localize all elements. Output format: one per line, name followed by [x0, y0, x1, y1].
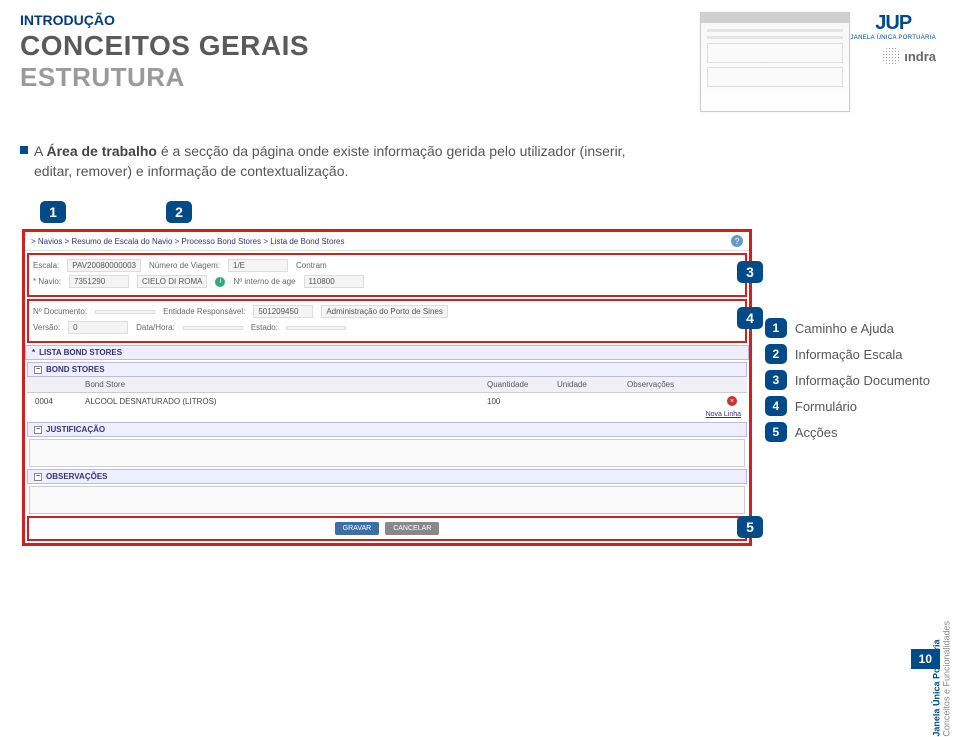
- th-bond: Bond Store: [81, 379, 483, 390]
- section-escala: 3 Escala: PAV20080000003 Número de Viage…: [27, 253, 747, 297]
- legend-5: Acções: [795, 425, 838, 440]
- observacoes-section: − OBSERVAÇÕES: [27, 469, 747, 514]
- th-code: [31, 379, 81, 390]
- jup-logo: JUP JANELA ÚNICA PORTUÁRIA: [850, 12, 936, 41]
- collapse-icon[interactable]: −: [34, 426, 42, 434]
- row-desc: ALCOOL DESNATURADO (LITROS): [81, 396, 483, 407]
- navio-name: CIELO DI ROMA: [137, 275, 207, 288]
- data-value: [183, 326, 243, 330]
- callout-2: 2: [166, 201, 192, 223]
- estado-label: Estado:: [251, 323, 278, 332]
- versao-label: Versão:: [33, 323, 60, 332]
- legend-num-3: 3: [765, 370, 787, 390]
- callout-3: 3: [737, 261, 763, 283]
- escala-label: Escala:: [33, 261, 59, 270]
- subtitle: ESTRUTURA: [20, 62, 680, 93]
- nviagem-label: Número de Viagem:: [149, 261, 220, 270]
- estado-value: [286, 326, 346, 330]
- breadcrumb: > Navios > Resumo de Escala do Navio > P…: [25, 232, 749, 251]
- th-unit: Unidade: [553, 379, 623, 390]
- data-label: Data/Hora:: [136, 323, 175, 332]
- legend-4: Formulário: [795, 399, 857, 414]
- side-label: Janela Única Portuária Conceitos e Funci…: [932, 621, 952, 737]
- help-icon[interactable]: ?: [731, 235, 743, 247]
- top-callouts: 1 2: [40, 201, 940, 223]
- legend-num-1: 1: [765, 318, 787, 338]
- ndoc-value: [95, 310, 155, 314]
- ninterno-value: 110800: [304, 275, 364, 288]
- legend-3: Informação Documento: [795, 373, 930, 388]
- nviagem-value: 1/E: [228, 259, 288, 272]
- logos: JUP JANELA ÚNICA PORTUÁRIA ındra: [850, 12, 936, 65]
- ndoc-label: Nº Documento:: [33, 307, 87, 316]
- intro-label: INTRODUÇÃO: [20, 12, 680, 28]
- info-icon[interactable]: i: [215, 277, 225, 287]
- collapse-icon[interactable]: −: [34, 473, 42, 481]
- callout-4: 4: [737, 307, 763, 329]
- header-row: INTRODUÇÃO CONCEITOS GERAIS ESTRUTURA JU…: [20, 12, 940, 112]
- collapse-icon[interactable]: −: [34, 366, 42, 374]
- body-bold: Área de trabalho: [46, 143, 156, 159]
- legend-1: Caminho e Ajuda: [795, 321, 894, 336]
- table-header: Bond Store Quantidade Unidade Observaçõe…: [27, 377, 747, 393]
- navio-label: * Navio:: [33, 277, 61, 286]
- app-screenshot: > Navios > Resumo de Escala do Navio > P…: [22, 229, 752, 546]
- ent-value: 501209450: [253, 305, 313, 318]
- jup-subtext: JANELA ÚNICA PORTUÁRIA: [850, 35, 936, 41]
- cancelar-button[interactable]: CANCELAR: [385, 522, 439, 535]
- indra-logo: ındra: [882, 47, 936, 65]
- legend-2: Informação Escala: [795, 347, 903, 362]
- th-obs: Observações: [623, 379, 723, 390]
- row-unit: [553, 400, 623, 402]
- body-paragraph: A Área de trabalho é a secção da página …: [20, 142, 940, 181]
- row-qty: 100: [483, 396, 553, 407]
- side-sub: Conceitos e Funcionalidades: [942, 621, 952, 737]
- nova-linha-link[interactable]: Nova Linha: [706, 411, 741, 418]
- bond-stores-section: − BOND STORES Bond Store Quantidade Unid…: [27, 362, 747, 420]
- delete-icon[interactable]: ×: [727, 396, 737, 406]
- obs-title: OBSERVAÇÕES: [46, 472, 108, 481]
- contram-label: Contram: [296, 261, 327, 270]
- observacoes-textarea[interactable]: [29, 486, 745, 514]
- just-title: JUSTIFICAÇÃO: [46, 425, 105, 434]
- breadcrumb-text: > Navios > Resumo de Escala do Navio > P…: [31, 237, 345, 246]
- navio-value: 7351290: [69, 275, 129, 288]
- th-qty: Quantidade: [483, 379, 553, 390]
- table-row: 0004 ALCOOL DESNATURADO (LITROS) 100 ×: [27, 393, 747, 409]
- justificacao-textarea[interactable]: [29, 439, 745, 467]
- indra-dots-icon: [882, 47, 900, 65]
- legend-num-5: 5: [765, 422, 787, 442]
- lista-bond-header: * LISTA BOND STORES: [25, 345, 749, 360]
- callout-5: 5: [737, 516, 763, 538]
- jup-text: JUP: [875, 12, 911, 35]
- ent-name: Administração do Porto de Sines: [321, 305, 448, 318]
- body-prefix: A: [34, 143, 46, 159]
- section-documento: 4 Nº Documento: Entidade Responsável: 50…: [27, 299, 747, 343]
- callout-1: 1: [40, 201, 66, 223]
- legend-num-4: 4: [765, 396, 787, 416]
- escala-value: PAV20080000003: [67, 259, 141, 272]
- row-code: 0004: [31, 396, 81, 407]
- actions-section: 5 GRAVAR CANCELAR: [27, 516, 747, 541]
- justificacao-section: − JUSTIFICAÇÃO: [27, 422, 747, 467]
- bullet-square-icon: [20, 146, 28, 154]
- lista-title: LISTA BOND STORES: [39, 348, 122, 357]
- indra-text: ındra: [904, 49, 936, 64]
- gravar-button[interactable]: GRAVAR: [335, 522, 380, 535]
- ninterno-label: Nº interno de age: [233, 277, 295, 286]
- page-number: 10: [911, 649, 940, 669]
- ent-label: Entidade Responsável:: [163, 307, 245, 316]
- main-title: CONCEITOS GERAIS: [20, 30, 680, 62]
- versao-value: 0: [68, 321, 128, 334]
- legend: 1 Caminho e Ajuda 2 Informação Escala 3 Inf…: [765, 318, 930, 442]
- bond-title: BOND STORES: [46, 365, 105, 374]
- legend-num-2: 2: [765, 344, 787, 364]
- row-obs: [623, 400, 723, 402]
- mini-screenshot: [700, 12, 850, 112]
